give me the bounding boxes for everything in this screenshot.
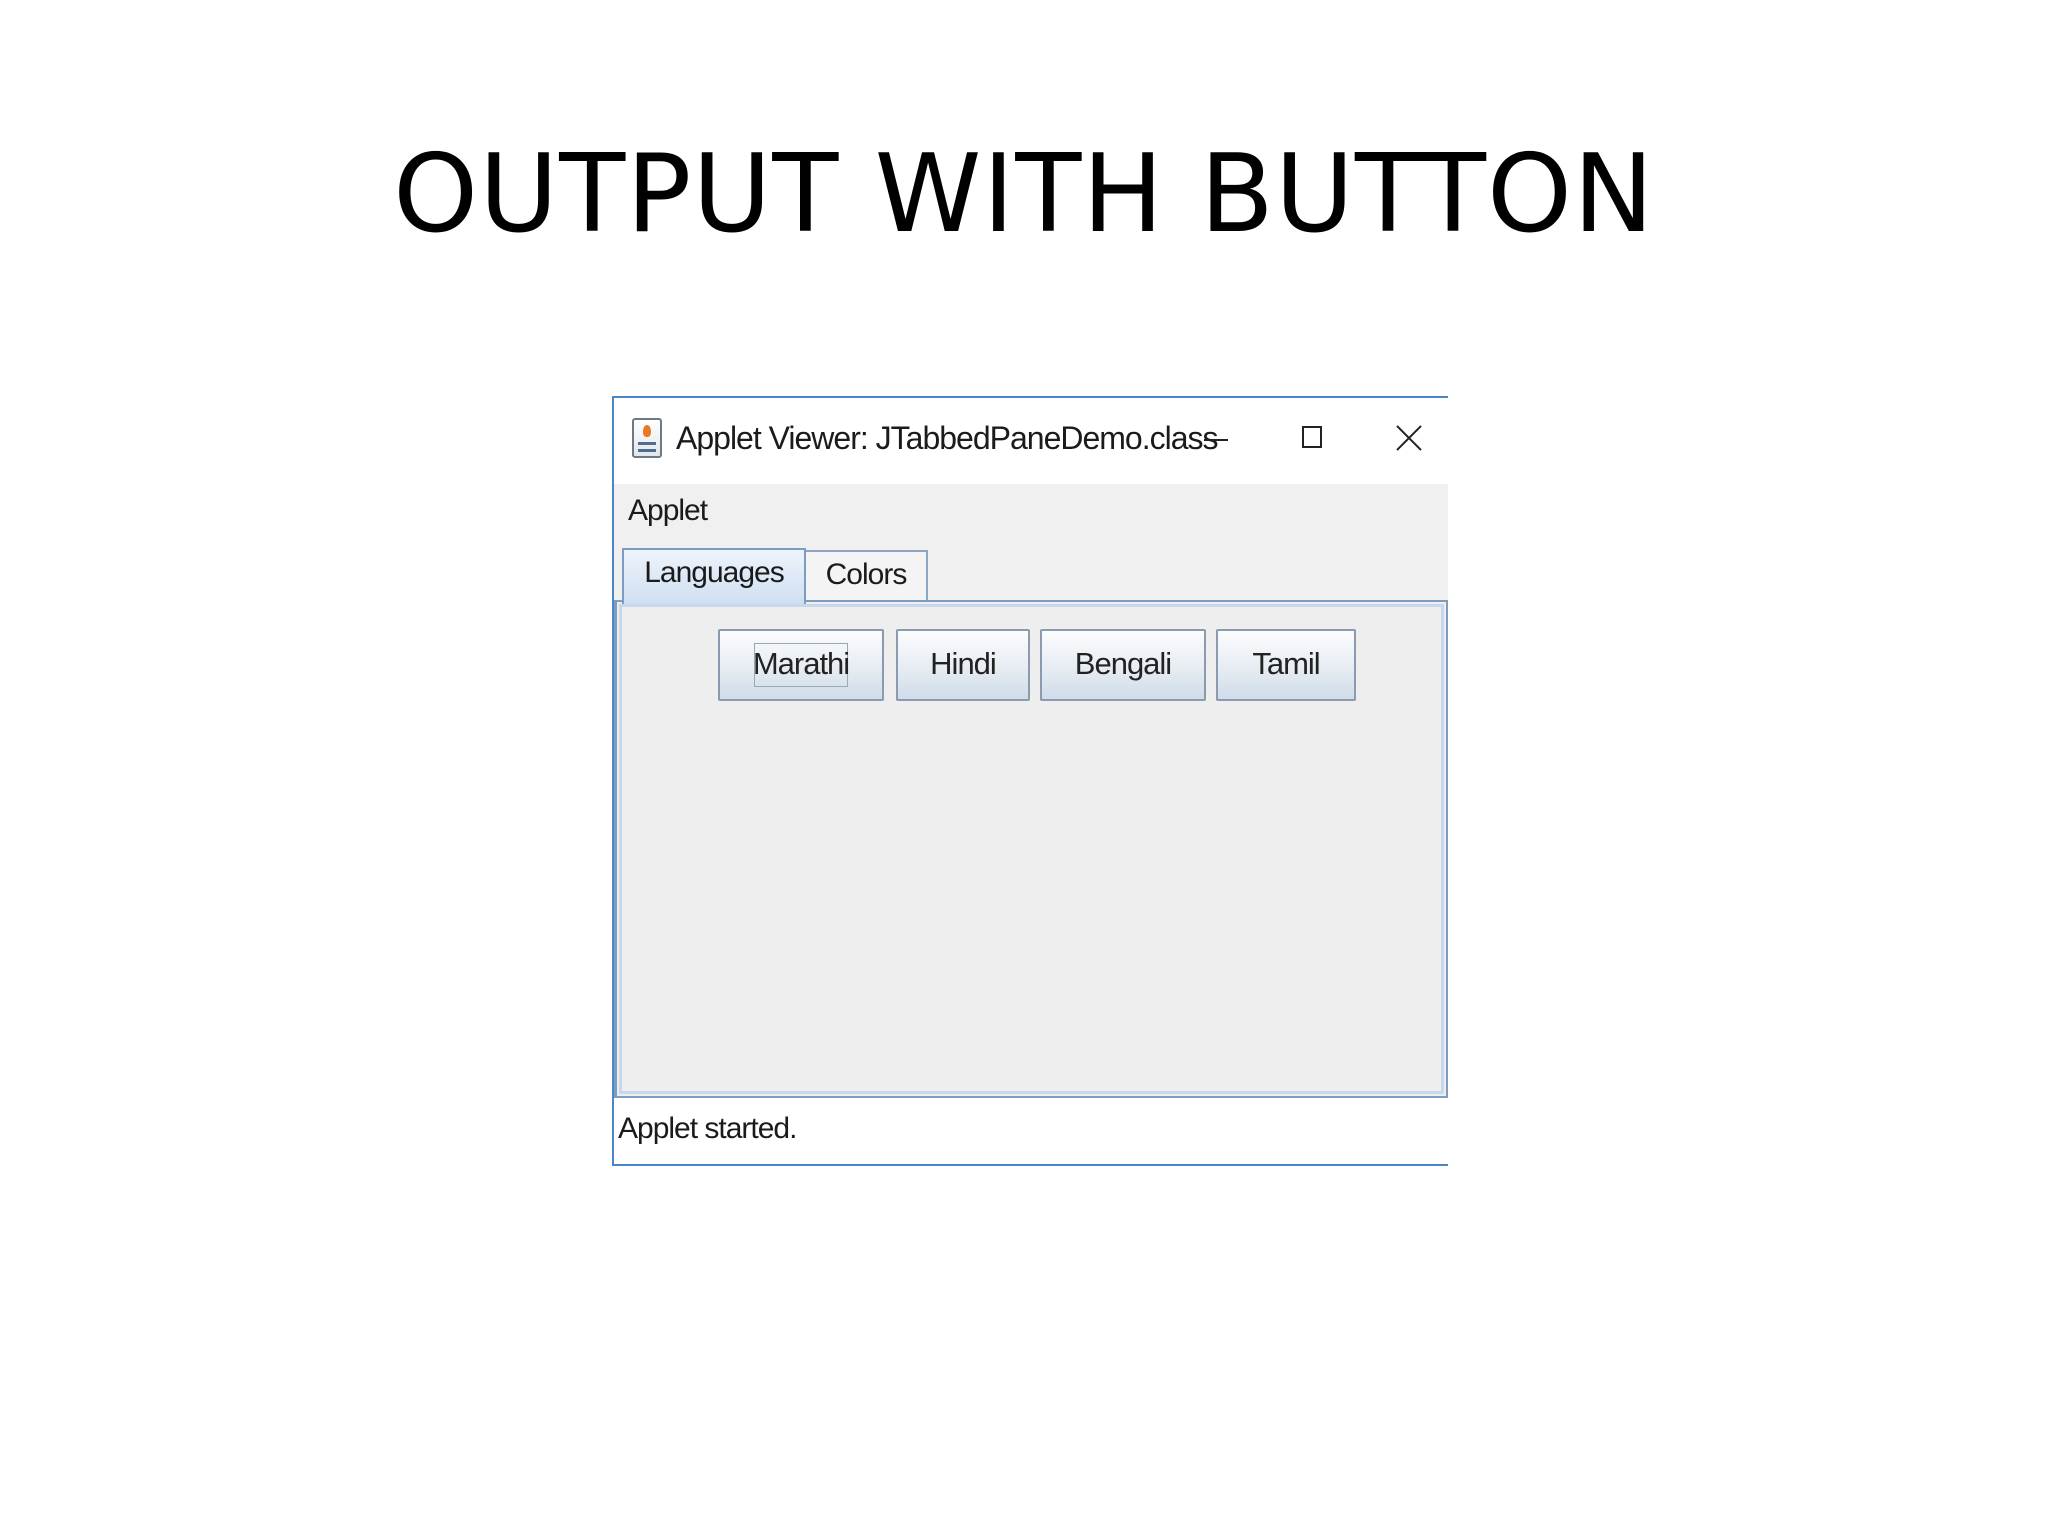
marathi-button[interactable]: Marathi — [718, 629, 884, 701]
java-icon — [632, 418, 662, 458]
marathi-button-label: Marathi — [752, 646, 850, 681]
bengali-button[interactable]: Bengali — [1040, 629, 1206, 701]
tamil-button-label: Tamil — [1252, 646, 1320, 681]
hindi-button[interactable]: Hindi — [896, 629, 1030, 701]
tab-panel-border: Marathi Hindi Bengali Tamil — [619, 604, 1444, 1094]
applet-viewer-window: Applet Viewer: JTabbedPaneDemo.class App… — [612, 396, 1448, 1166]
tamil-button[interactable]: Tamil — [1216, 629, 1356, 701]
window-titlebar[interactable]: Applet Viewer: JTabbedPaneDemo.class — [614, 398, 1448, 484]
tab-languages[interactable]: Languages — [622, 548, 806, 604]
maximize-icon — [1302, 426, 1322, 448]
bengali-button-label: Bengali — [1074, 646, 1172, 681]
status-text: Applet started. — [618, 1112, 797, 1145]
tab-colors[interactable]: Colors — [804, 550, 928, 602]
menubar: Applet — [614, 484, 1448, 538]
minimize-button[interactable] — [1184, 412, 1248, 464]
tab-strip: Languages Colors — [614, 538, 1448, 604]
close-icon — [1395, 424, 1423, 452]
maximize-button[interactable] — [1280, 412, 1344, 464]
hindi-button-label: Hindi — [930, 646, 997, 681]
status-bar: Applet started. — [614, 1100, 1448, 1162]
menu-applet[interactable]: Applet — [628, 494, 708, 528]
window-title: Applet Viewer: JTabbedPaneDemo.class — [676, 420, 1219, 456]
minimize-icon — [1204, 439, 1228, 441]
slide-title: OUTPUT WITH BUTTON — [393, 132, 1655, 257]
close-button[interactable] — [1378, 412, 1442, 464]
tab-panel-languages: Marathi Hindi Bengali Tamil — [614, 600, 1448, 1098]
